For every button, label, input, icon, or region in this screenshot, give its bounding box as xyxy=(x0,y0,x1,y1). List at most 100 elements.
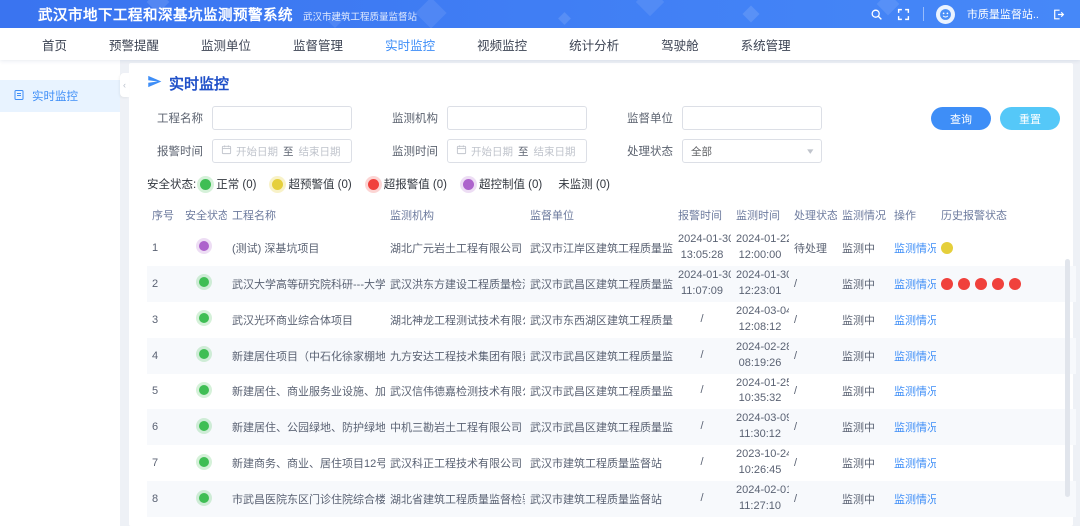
handle-status: / xyxy=(789,266,837,302)
monitor-time: 2024-01-2510:35:32 xyxy=(731,374,789,410)
document-icon xyxy=(13,89,25,104)
filter-field-2: 监测机构 xyxy=(382,106,587,130)
sidebar-item-1[interactable]: 实时监控 xyxy=(0,80,120,112)
top-header: 武汉市地下工程和深基坑监测预警系统 武汉市建筑工程质量监督站 市质量监督站.. xyxy=(0,0,1080,28)
handle-status: / xyxy=(789,409,837,445)
green-dot xyxy=(200,179,211,190)
monitor-detail-link[interactable]: 监测情况 xyxy=(894,279,936,291)
legend-item-2: 超预警值 (0) xyxy=(272,176,351,192)
divider xyxy=(923,7,924,21)
monitor-situation: 监测中 xyxy=(837,338,889,374)
purple-dot xyxy=(463,179,474,190)
reset-button[interactable]: 重置 xyxy=(1000,107,1060,130)
nav-tab-7[interactable]: 统计分析 xyxy=(569,35,619,54)
alarm-time: / xyxy=(673,481,731,517)
select-value: 全部 xyxy=(691,144,712,159)
filter-field-4: 报警时间开始日期至结束日期 xyxy=(147,139,352,163)
filter-label: 监测时间 xyxy=(382,143,438,159)
alarm-time: / xyxy=(673,338,731,374)
monitor-situation: 监测中 xyxy=(837,481,889,517)
nav-tab-6[interactable]: 视频监控 xyxy=(477,35,527,54)
red-history-dot xyxy=(958,278,970,290)
daterange-field[interactable]: 开始日期至结束日期 xyxy=(447,139,587,163)
filter-field-3: 监督单位 xyxy=(617,106,822,130)
nav-tab-4[interactable]: 监督管理 xyxy=(293,35,343,54)
monitor-time: 2024-01-3012:23:01 xyxy=(731,266,789,302)
alarm-time: 2024-01-3011:07:09 xyxy=(673,266,731,302)
text-field xyxy=(212,106,352,130)
page-title: 实时监控 xyxy=(169,73,229,94)
row-number: 5 xyxy=(147,374,180,410)
工程名称-input[interactable] xyxy=(221,112,343,124)
monitor-detail-link[interactable]: 监测情况 xyxy=(894,243,936,255)
monitor-detail-link[interactable]: 监测情况 xyxy=(894,494,936,506)
monitor-org: 武汉科正工程技术有限公司 xyxy=(385,445,525,481)
monitor-situation: 监测中 xyxy=(837,230,889,266)
supervisor-unit: 武汉市武昌区建筑工程质量监督站 xyxy=(525,338,673,374)
filter-label: 处理状态 xyxy=(617,143,673,159)
history-dots xyxy=(941,242,1071,254)
监督单位-input[interactable] xyxy=(691,112,813,124)
filter-label: 监督单位 xyxy=(617,110,673,126)
monitor-detail-link[interactable]: 监测情况 xyxy=(894,315,936,327)
row-number: 8 xyxy=(147,481,180,517)
alarm-time: / xyxy=(673,302,731,338)
project-name: 新建居住项目（中石化徐家棚地块） xyxy=(227,338,385,374)
legend-item-label: 超控制值 (0) xyxy=(479,176,542,192)
query-button[interactable]: 查询 xyxy=(931,107,991,130)
project-name: 武汉光环商业综合体项目 xyxy=(227,302,385,338)
search-icon[interactable] xyxy=(869,7,884,22)
handle-status: / xyxy=(789,374,837,410)
project-name: 市武昌医院东区门诊住院综合楼（平疫... xyxy=(227,481,385,517)
nav-tab-5[interactable]: 实时监控 xyxy=(385,35,435,54)
project-name: 新建商务、商业、居住项目12号地块... xyxy=(227,445,385,481)
sidebar: 实时监控 xyxy=(0,60,120,526)
filter-label: 监测机构 xyxy=(382,110,438,126)
legend-item-1: 正常 (0) xyxy=(200,176,256,192)
nav-tab-8[interactable]: 驾驶舱 xyxy=(661,35,699,54)
row-number: 4 xyxy=(147,338,180,374)
row-number: 7 xyxy=(147,445,180,481)
nav-tab-9[interactable]: 系统管理 xyxy=(741,35,791,54)
monitor-detail-link[interactable]: 监测情况 xyxy=(894,386,936,398)
daterange-field[interactable]: 开始日期至结束日期 xyxy=(212,139,352,163)
monitor-detail-link[interactable]: 监测情况 xyxy=(894,422,936,434)
red-history-dot xyxy=(1009,278,1021,290)
fullscreen-icon[interactable] xyxy=(896,7,911,22)
operation-cell: 监测情况 xyxy=(889,338,936,374)
red-history-dot xyxy=(992,278,1004,290)
alarm-time: 2024-01-3013:05:28 xyxy=(673,230,731,266)
monitor-detail-link[interactable]: 监测情况 xyxy=(894,351,936,363)
yellow-dot xyxy=(272,179,283,190)
avatar[interactable] xyxy=(936,5,955,24)
monitor-org: 武汉洪东方建设工程质量检测有限... xyxy=(385,266,525,302)
sidebar-collapse-handle[interactable]: ‹ xyxy=(120,73,129,97)
monitor-time: 2024-03-0911:30:12 xyxy=(731,409,789,445)
nav-tab-1[interactable]: 首页 xyxy=(42,35,67,54)
daterange-separator: 至 xyxy=(518,144,529,159)
nav-tab-2[interactable]: 预警提醒 xyxy=(109,35,159,54)
monitor-org: 中机三勘岩土工程有限公司 xyxy=(385,409,525,445)
column-header-9: 监测情况 xyxy=(837,202,889,230)
green-status-dot xyxy=(199,349,209,359)
filter-panel: 工程名称监测机构监督单位报警时间开始日期至结束日期监测时间开始日期至结束日期处理… xyxy=(147,106,1060,163)
monitor-situation: 监测中 xyxy=(837,409,889,445)
monitor-org: 湖北广元岩土工程有限公司 xyxy=(385,230,525,266)
nav-tab-3[interactable]: 监测单位 xyxy=(201,35,251,54)
user-name[interactable]: 市质量监督站.. xyxy=(967,6,1039,22)
safety-status xyxy=(180,266,227,302)
column-header-2: 安全状态 xyxy=(180,202,227,230)
main-nav: 首页 预警提醒 监测单位 监督管理 实时监控 视频监控 统计分析 驾驶舱 系统管理 xyxy=(0,28,1080,60)
project-name: (测试) 深基坑项目 xyxy=(227,230,385,266)
content-card: ‹ 实时监控 工程名称监测机构监督单位报警时间开始日期至结束日期监测时间开始日期… xyxy=(129,63,1073,526)
table-scrollbar[interactable] xyxy=(1065,259,1070,497)
calendar-icon xyxy=(456,144,467,158)
history-alarm-status xyxy=(936,481,1076,517)
select-field[interactable]: 全部▾ xyxy=(682,139,822,163)
logout-icon[interactable] xyxy=(1051,7,1066,22)
column-header-3: 工程名称 xyxy=(227,202,385,230)
monitor-detail-link[interactable]: 监测情况 xyxy=(894,458,936,470)
daterange-separator: 至 xyxy=(283,144,294,159)
green-status-dot xyxy=(199,313,209,323)
监测机构-input[interactable] xyxy=(456,112,578,124)
